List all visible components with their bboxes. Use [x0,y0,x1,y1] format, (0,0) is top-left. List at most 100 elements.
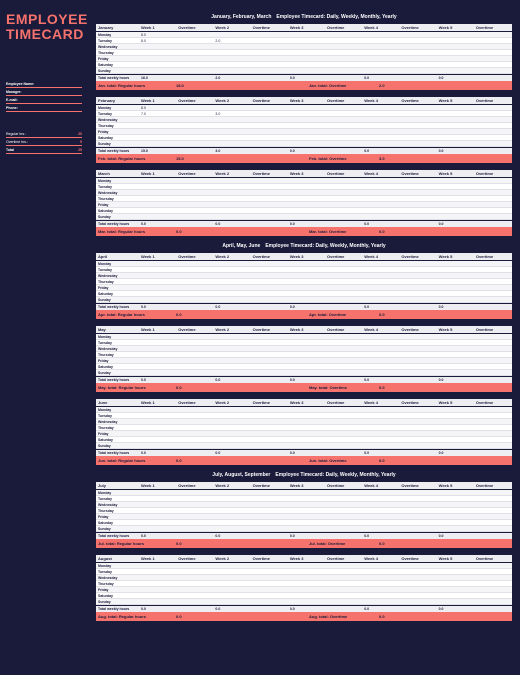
time-cell[interactable] [252,262,289,266]
time-cell[interactable] [289,262,326,266]
time-cell[interactable] [326,185,363,189]
time-cell[interactable] [140,600,177,604]
time-cell[interactable] [475,515,512,519]
time-cell[interactable] [475,63,512,67]
time-cell[interactable] [438,371,475,375]
time-cell[interactable] [363,130,400,134]
time-cell[interactable] [177,63,214,67]
time-cell[interactable] [363,298,400,302]
time-cell[interactable] [363,191,400,195]
time-cell[interactable] [363,497,400,501]
time-cell[interactable] [400,341,437,345]
time-cell[interactable] [177,582,214,586]
time-cell[interactable] [289,582,326,586]
time-cell[interactable] [475,527,512,531]
time-cell[interactable] [140,262,177,266]
time-cell[interactable] [289,106,326,110]
time-cell[interactable] [214,262,251,266]
time-cell[interactable] [252,353,289,357]
time-cell[interactable] [438,191,475,195]
time-cell[interactable] [400,515,437,519]
time-cell[interactable] [177,426,214,430]
time-cell[interactable] [140,286,177,290]
time-cell[interactable] [289,39,326,43]
time-cell[interactable] [214,600,251,604]
time-cell[interactable] [363,600,400,604]
time-cell[interactable] [363,527,400,531]
time-cell[interactable] [289,527,326,531]
time-cell[interactable] [252,292,289,296]
time-cell[interactable] [400,45,437,49]
time-cell[interactable] [140,118,177,122]
time-cell[interactable] [400,335,437,339]
time-cell[interactable] [214,527,251,531]
time-cell[interactable] [326,130,363,134]
time-cell[interactable] [363,262,400,266]
time-cell[interactable] [252,106,289,110]
time-cell[interactable] [475,564,512,568]
time-cell[interactable] [289,353,326,357]
time-cell[interactable] [400,359,437,363]
time-cell[interactable] [475,33,512,37]
time-cell[interactable] [214,582,251,586]
time-cell[interactable] [289,142,326,146]
time-cell[interactable] [214,292,251,296]
time-cell[interactable] [252,215,289,219]
time-cell[interactable] [252,420,289,424]
time-cell[interactable] [289,203,326,207]
time-cell[interactable] [177,438,214,442]
time-cell[interactable] [140,335,177,339]
time-cell[interactable] [252,582,289,586]
time-cell[interactable] [140,197,177,201]
time-cell[interactable] [326,491,363,495]
time-cell[interactable] [289,432,326,436]
time-cell[interactable] [363,124,400,128]
time-cell[interactable] [326,268,363,272]
time-cell[interactable] [252,179,289,183]
time-cell[interactable] [252,112,289,116]
time-cell[interactable] [363,268,400,272]
time-cell[interactable] [252,509,289,513]
time-cell[interactable] [252,408,289,412]
time-cell[interactable] [363,408,400,412]
time-cell[interactable] [140,57,177,61]
time-cell[interactable] [289,497,326,501]
time-cell[interactable] [438,33,475,37]
time-cell[interactable] [140,432,177,436]
time-cell[interactable] [326,142,363,146]
time-cell[interactable] [400,298,437,302]
time-cell[interactable] [400,197,437,201]
time-cell[interactable] [289,503,326,507]
time-cell[interactable] [475,124,512,128]
field-email[interactable]: E-mail: [6,98,82,104]
time-cell[interactable] [438,185,475,189]
time-cell[interactable] [475,570,512,574]
time-cell[interactable] [438,444,475,448]
time-cell[interactable] [177,33,214,37]
time-cell[interactable] [326,594,363,598]
time-cell[interactable] [289,335,326,339]
time-cell[interactable] [289,365,326,369]
time-cell[interactable] [252,39,289,43]
time-cell[interactable] [289,274,326,278]
time-cell[interactable] [438,527,475,531]
time-cell[interactable] [252,45,289,49]
time-cell[interactable] [214,420,251,424]
time-cell[interactable] [363,582,400,586]
time-cell[interactable] [140,521,177,525]
time-cell[interactable] [326,347,363,351]
time-cell[interactable] [214,438,251,442]
time-cell[interactable] [214,280,251,284]
time-cell[interactable] [438,347,475,351]
time-cell[interactable] [177,371,214,375]
time-cell[interactable] [475,371,512,375]
time-cell[interactable] [438,112,475,116]
time-cell[interactable] [400,408,437,412]
time-cell[interactable] [289,57,326,61]
time-cell[interactable] [326,497,363,501]
time-cell[interactable] [252,432,289,436]
time-cell[interactable] [400,570,437,574]
time-cell[interactable] [289,341,326,345]
time-cell[interactable] [326,280,363,284]
time-cell[interactable] [475,509,512,513]
